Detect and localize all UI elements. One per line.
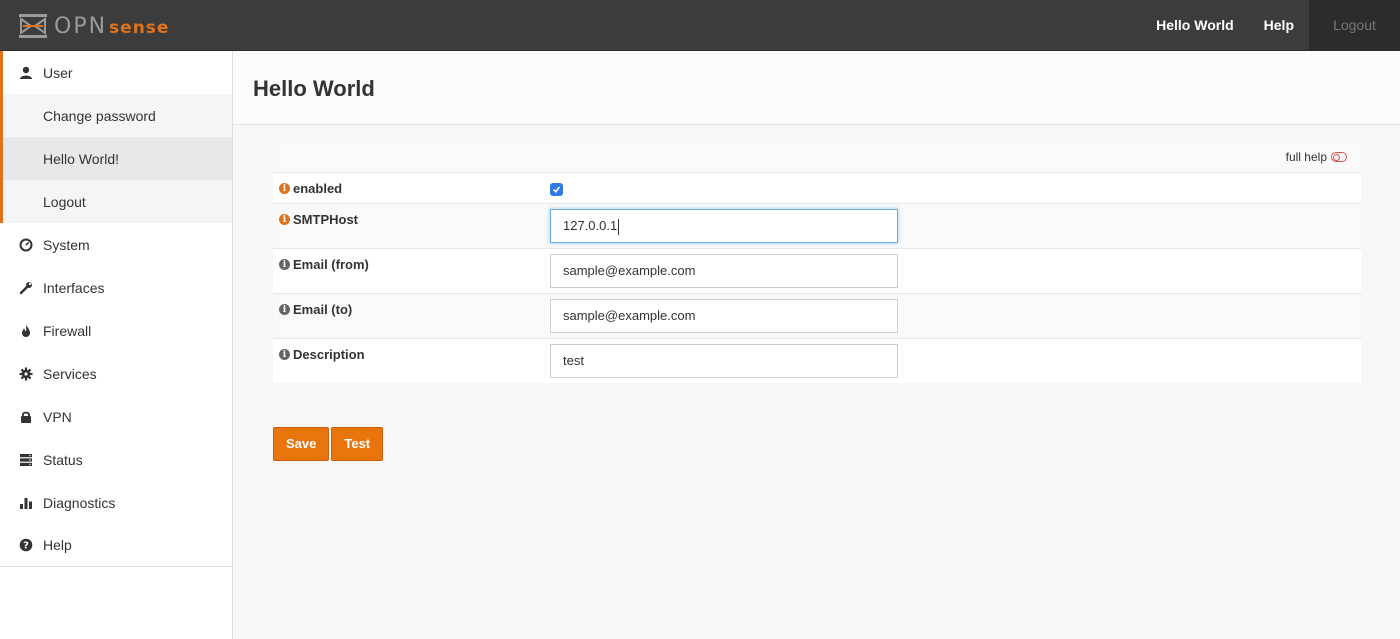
sidebar-item-vpn[interactable]: VPN: [0, 395, 232, 438]
sidebar-item-status[interactable]: Status: [0, 438, 232, 481]
settings-form: full help i enabled i SMTPHost 127.0.0.1…: [273, 142, 1361, 461]
user-icon: [18, 65, 34, 81]
logo-opn-text: OPN: [54, 13, 108, 39]
sidebar-item-help[interactable]: ? Help: [0, 524, 232, 567]
wrench-icon: [18, 280, 34, 296]
sidebar-item-system[interactable]: System: [0, 223, 232, 266]
sidebar-item-label: Help: [43, 537, 72, 553]
gear-icon: [18, 366, 34, 382]
text-cursor: [618, 218, 620, 235]
form-row-enabled: i enabled: [273, 172, 1361, 203]
smtphost-value: 127.0.0.1: [563, 218, 618, 233]
topnav-logout-link[interactable]: Logout: [1309, 0, 1400, 50]
top-navbar: OPN sense Hello World Help Logout: [0, 0, 1400, 51]
info-icon[interactable]: i: [279, 304, 290, 315]
sidebar-item-firewall[interactable]: Firewall: [0, 309, 232, 352]
form-row-description: i Description test: [273, 338, 1361, 383]
topnav-help-link[interactable]: Help: [1249, 0, 1309, 50]
sidebar-item-label: Services: [43, 365, 97, 382]
top-nav-links: Hello World Help Logout: [1141, 0, 1400, 50]
submenu-item-logout[interactable]: Logout: [0, 180, 232, 223]
bar-chart-icon: [18, 495, 34, 511]
info-icon[interactable]: i: [279, 214, 290, 225]
dashboard-icon: [18, 237, 34, 253]
smtphost-label: SMTPHost: [293, 212, 358, 227]
submenu-item-hello-world[interactable]: Hello World!: [0, 137, 232, 180]
description-label: Description: [293, 347, 365, 362]
sidebar-item-label: User: [43, 64, 73, 81]
sidebar-item-interfaces[interactable]: Interfaces: [0, 266, 232, 309]
server-icon: [18, 452, 34, 468]
question-icon: ?: [18, 537, 34, 553]
sidebar-item-label: VPN: [43, 408, 72, 425]
description-input[interactable]: test: [550, 344, 898, 378]
submenu-item-change-password[interactable]: Change password: [0, 94, 232, 137]
logo-mark-icon: [19, 14, 47, 38]
lock-icon: [18, 409, 34, 425]
test-button[interactable]: Test: [331, 427, 384, 461]
svg-text:?: ?: [23, 541, 29, 552]
form-row-email-to: i Email (to) sample@example.com: [273, 293, 1361, 338]
fire-icon: [18, 323, 34, 339]
sidebar-item-label: Status: [43, 451, 83, 468]
opnsense-logo[interactable]: OPN sense: [18, 10, 169, 42]
checkmark-icon: [552, 186, 561, 194]
form-row-email-from: i Email (from) sample@example.com: [273, 248, 1361, 293]
enabled-checkbox[interactable]: [550, 183, 563, 196]
enabled-label: enabled: [293, 181, 343, 196]
save-button[interactable]: Save: [273, 427, 330, 461]
sidebar-item-diagnostics[interactable]: Diagnostics: [0, 481, 232, 524]
topnav-hello-world-link[interactable]: Hello World: [1141, 0, 1249, 50]
logo-sense-text: sense: [109, 17, 170, 38]
main-content: Hello World full help i enabled i SMTPHo…: [233, 51, 1400, 639]
page-title: Hello World: [253, 75, 375, 101]
sidebar-item-services[interactable]: Services: [0, 352, 232, 395]
email-to-input[interactable]: sample@example.com: [550, 299, 898, 333]
info-icon[interactable]: i: [279, 183, 290, 194]
sidebar: User Change password Hello World! Logout…: [0, 51, 233, 639]
full-help-toggle[interactable]: full help: [1286, 150, 1347, 164]
help-row: full help: [273, 142, 1361, 172]
page-header: Hello World: [233, 51, 1400, 125]
sidebar-item-label: Diagnostics: [43, 494, 116, 511]
sidebar-item-user[interactable]: User: [0, 51, 232, 94]
sidebar-item-label: Interfaces: [43, 279, 105, 296]
form-row-smtphost: i SMTPHost 127.0.0.1: [273, 203, 1361, 248]
info-icon[interactable]: i: [279, 349, 290, 360]
sidebar-item-label: Firewall: [43, 322, 92, 339]
email-from-input[interactable]: sample@example.com: [550, 254, 898, 288]
toggle-off-icon: [1331, 152, 1347, 162]
sidebar-item-label: System: [43, 236, 90, 253]
form-table: full help i enabled i SMTPHost 127.0.0.1…: [273, 142, 1361, 383]
full-help-label: full help: [1285, 150, 1327, 164]
info-icon[interactable]: i: [279, 259, 290, 270]
form-buttons: Save Test: [273, 427, 1361, 461]
smtphost-input[interactable]: 127.0.0.1: [550, 209, 898, 243]
email-to-label: Email (to): [293, 302, 353, 317]
email-from-label: Email (from): [293, 257, 369, 272]
